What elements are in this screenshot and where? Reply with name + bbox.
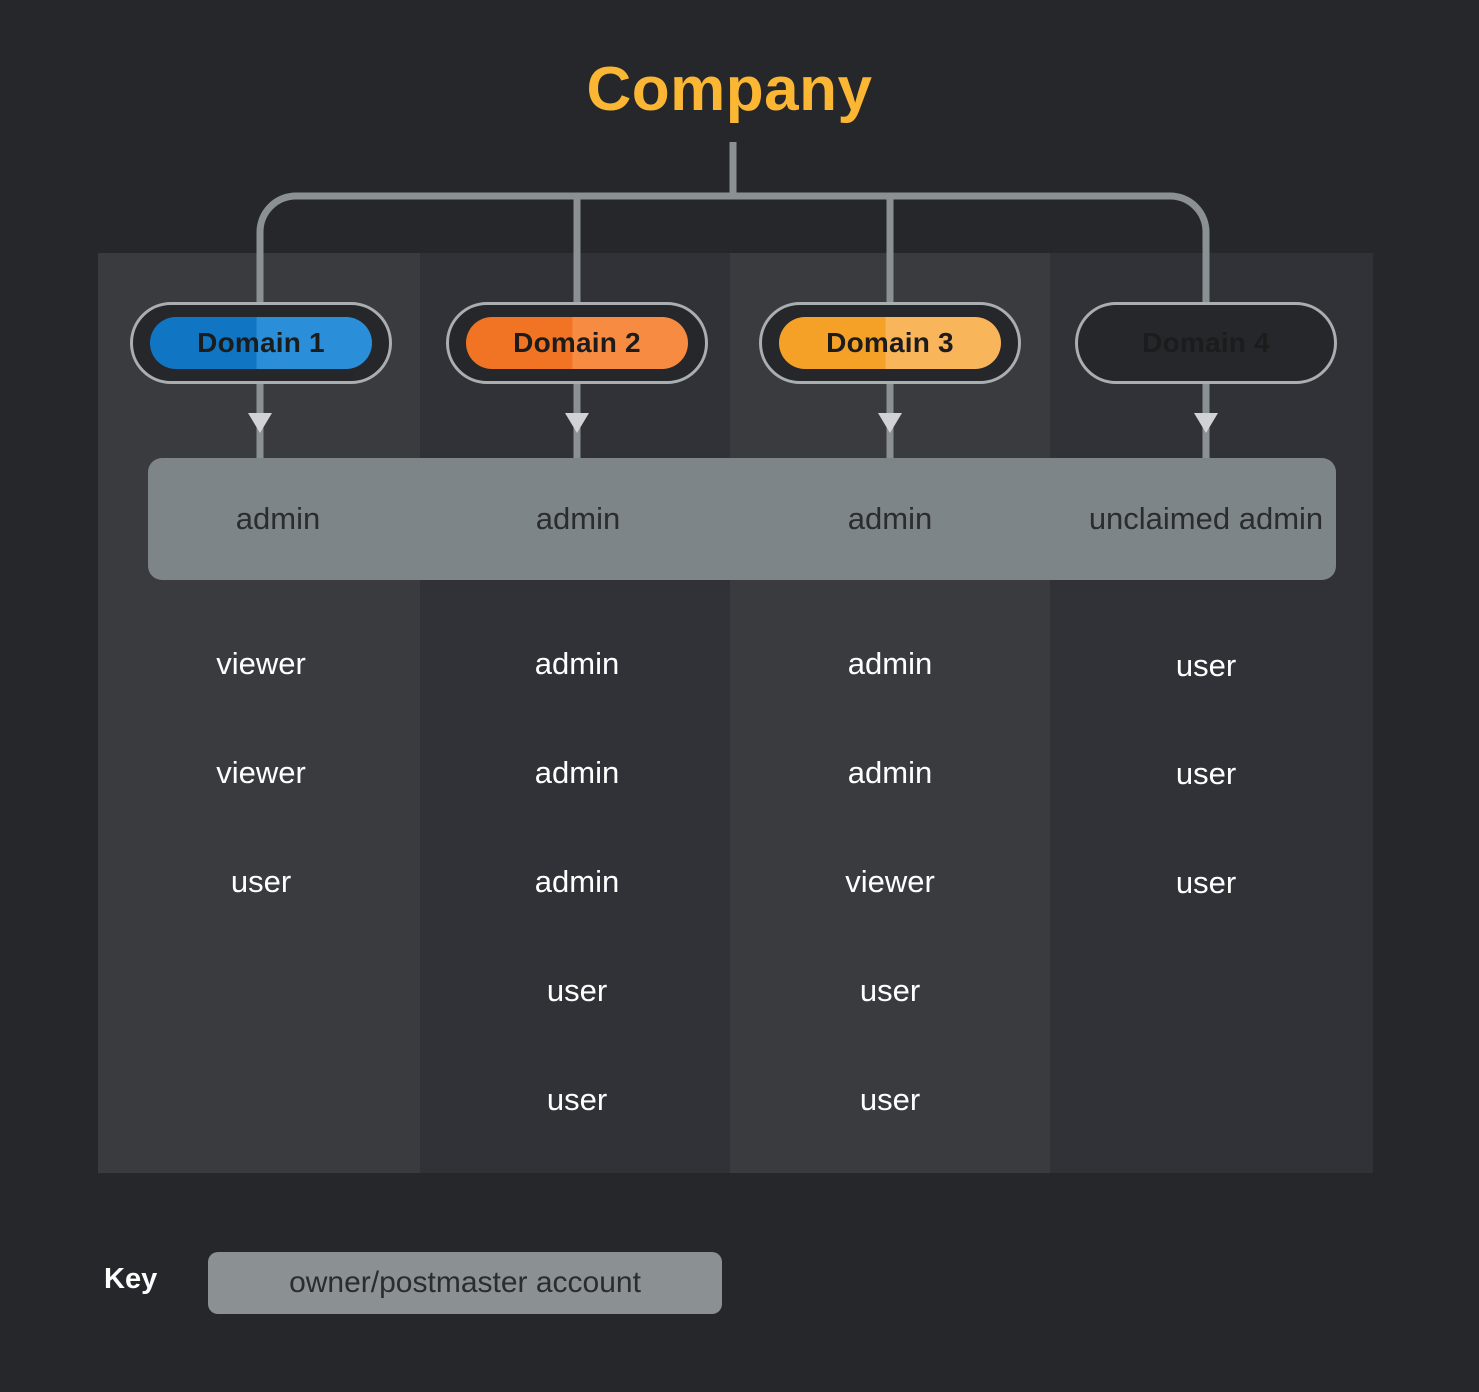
member-item: user	[859, 973, 921, 1008]
domain-badge-label-2: Domain 2	[513, 327, 641, 358]
domain-badge-label-1: Domain 1	[197, 327, 325, 358]
domain-badge-pill-1: Domain 1	[150, 317, 372, 369]
member-item: user	[230, 864, 292, 899]
member-item: user	[859, 1082, 921, 1117]
member-item: user	[546, 1082, 608, 1117]
domain-badge-1[interactable]: Domain 1	[130, 302, 392, 384]
member-item: viewer	[845, 864, 935, 899]
owner-cell-2: admin	[448, 458, 708, 580]
member-item: user	[1175, 648, 1237, 683]
member-item: user	[1175, 865, 1237, 900]
domain-badge-label-4: Domain 4	[1142, 327, 1270, 358]
member-item: admin	[534, 646, 620, 681]
owner-label-3: admin	[847, 501, 933, 537]
domain-badge-2[interactable]: Domain 2	[446, 302, 708, 384]
domain-badge-pill-2: Domain 2	[466, 317, 688, 369]
member-item: admin	[534, 755, 620, 790]
owner-label-1: admin	[235, 501, 321, 537]
owner-cell-3: admin	[760, 458, 1020, 580]
member-item: admin	[534, 864, 620, 899]
owner-label-2: admin	[535, 501, 621, 537]
member-item: admin	[847, 755, 933, 790]
owner-postmaster-bar: admin admin admin unclaimed admin	[148, 458, 1336, 580]
column-panel-3	[730, 253, 1050, 1173]
member-item: user	[1175, 756, 1237, 791]
domain-badge-4[interactable]: Domain 4	[1075, 302, 1337, 384]
page-title: Company	[586, 55, 873, 124]
member-item: viewer	[216, 646, 306, 681]
key-label: Key	[104, 1263, 158, 1295]
column-panel-2	[420, 253, 730, 1173]
domain-badge-pill-3: Domain 3	[779, 317, 1001, 369]
owner-cell-4: unclaimed admin	[1076, 458, 1336, 580]
domain-badge-pill-4: Domain 4	[1095, 317, 1317, 369]
key-swatch-owner-account: owner/postmaster account	[208, 1252, 722, 1314]
owner-cell-1: admin	[148, 458, 408, 580]
domain-badge-label-3: Domain 3	[826, 327, 954, 358]
member-item: user	[546, 973, 608, 1008]
column-panel-4	[1050, 253, 1373, 1173]
domain-badge-3[interactable]: Domain 3	[759, 302, 1021, 384]
column-panel-1	[98, 253, 420, 1173]
owner-label-4: unclaimed admin	[1088, 501, 1324, 537]
diagram-canvas: Company Domain 1 Domain 2 Domain 3 Domai…	[0, 0, 1479, 1392]
member-item: viewer	[216, 755, 306, 790]
member-item: admin	[847, 646, 933, 681]
key-swatch-label: owner/postmaster account	[289, 1266, 641, 1299]
